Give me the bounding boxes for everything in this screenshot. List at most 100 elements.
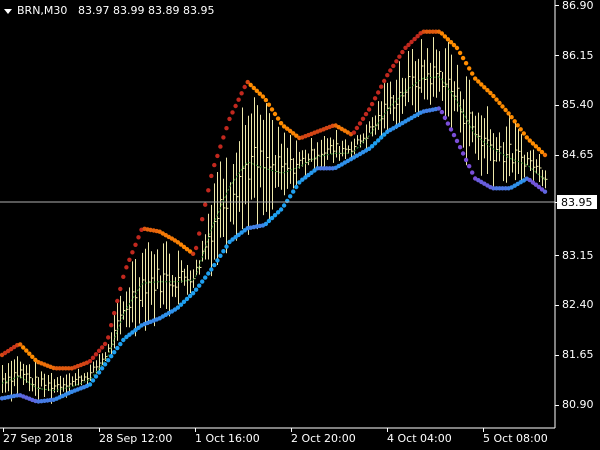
upper-band-dot: [233, 103, 238, 109]
upper-band-dot: [397, 54, 402, 59]
upper-band-dot: [457, 50, 463, 56]
upper-band-dot: [521, 131, 526, 136]
current-price-value: 83.95: [561, 196, 593, 209]
lower-band-dot: [96, 370, 102, 375]
upper-band-dot: [21, 345, 26, 350]
lower-band-dot: [87, 382, 93, 387]
lower-band-dot: [209, 267, 214, 272]
upper-band-dot: [239, 91, 244, 96]
upper-band-dot: [388, 68, 393, 73]
lower-band-dot: [93, 374, 99, 379]
lower-band-dot: [215, 258, 220, 263]
upper-band-dot: [385, 73, 390, 78]
lower-band-dot: [470, 170, 475, 175]
time-label: 1 Oct 16:00: [195, 432, 260, 445]
upper-band-dot: [379, 84, 384, 89]
upper-band-dot: [360, 116, 366, 122]
upper-band-dot: [491, 93, 496, 99]
upper-band-dot: [118, 286, 123, 292]
upper-band-dot: [460, 55, 466, 61]
upper-band-dot: [494, 97, 499, 102]
upper-band-dot: [266, 102, 272, 107]
upper-band-dot: [515, 123, 520, 128]
upper-band-dot: [272, 111, 278, 117]
upper-band-dot: [382, 78, 387, 84]
upper-band-dot: [512, 119, 517, 124]
upper-band-dot: [115, 298, 120, 304]
upper-band-dot: [106, 335, 111, 340]
upper-band-dot: [394, 59, 399, 64]
lower-band-dot: [102, 362, 108, 367]
lower-band-dot: [115, 345, 120, 351]
lower-band-dot: [206, 271, 211, 276]
lower-band-dot: [457, 145, 463, 150]
time-label: 2 Oct 20:00: [291, 432, 356, 445]
lower-band-dot: [542, 189, 548, 194]
upper-band-dot: [193, 245, 199, 251]
upper-band-dot: [87, 359, 93, 364]
upper-band-dot: [363, 111, 369, 117]
lower-band-dot: [90, 378, 96, 383]
upper-band-dot: [391, 63, 396, 69]
upper-band-dot: [227, 116, 232, 122]
time-label: 27 Sep 2018: [3, 432, 73, 445]
upper-band-dot: [121, 274, 126, 279]
upper-band-dot: [215, 153, 220, 159]
lower-band-dot: [212, 262, 217, 268]
lower-band-dot: [203, 275, 208, 280]
price-label: 86.15: [562, 49, 594, 62]
upper-band-dot: [454, 45, 460, 51]
upper-band-dot: [130, 250, 135, 255]
lower-band: [0, 106, 548, 404]
upper-band-dot: [400, 49, 405, 55]
chart-menu-triangle-icon[interactable]: [4, 9, 12, 14]
upper-band-dot: [127, 257, 132, 262]
upper-band-dot: [206, 188, 211, 193]
price-label: 85.40: [562, 98, 594, 111]
upper-band-dot: [376, 90, 381, 95]
upper-band-dot: [102, 341, 108, 347]
lower-band-dot: [112, 350, 117, 355]
lower-band-dot: [224, 244, 229, 249]
upper-band-dot: [503, 107, 508, 113]
chart-window[interactable]: BRN,M30 83.97 83.99 83.89 83.95 86.90 86…: [0, 0, 600, 450]
upper-band-dot: [497, 100, 502, 106]
lower-band-dot: [193, 287, 199, 292]
upper-band-dot: [99, 345, 105, 350]
upper-band-dot: [354, 125, 360, 131]
upper-band-dot: [357, 121, 363, 126]
upper-band-dot: [200, 217, 205, 222]
ohlc-values: 83.97 83.99 83.89 83.95: [78, 4, 214, 17]
upper-band-dot: [269, 107, 275, 112]
lower-band-dot: [190, 291, 196, 296]
price-label: 86.90: [562, 0, 594, 12]
lower-band-dot: [288, 194, 293, 199]
upper-band-dot: [506, 111, 511, 116]
upper-band-dot: [500, 104, 505, 109]
upper-band-dot: [197, 231, 202, 236]
upper-band-dot: [236, 97, 241, 102]
lower-band-dot: [106, 358, 111, 363]
price-chart[interactable]: BRN,M30 83.97 83.99 83.89 83.95 86.90 86…: [0, 0, 600, 450]
upper-band-dot: [224, 126, 229, 131]
upper-band-dot: [93, 352, 99, 357]
time-label: 28 Sep 12:00: [99, 432, 172, 445]
upper-band-dot: [212, 162, 217, 168]
price-label: 84.65: [562, 148, 594, 161]
lower-band-dot: [448, 127, 454, 132]
lower-band-dot: [278, 207, 284, 212]
upper-band-dot: [366, 107, 372, 112]
upper-band-dot: [109, 323, 114, 328]
lower-band-dot: [442, 115, 448, 121]
lower-band-dot: [200, 279, 205, 284]
lower-band-dot: [109, 354, 114, 359]
upper-band-dot: [124, 265, 129, 270]
upper-band-dot: [263, 97, 269, 103]
upper-band-dot: [218, 144, 223, 149]
upper-band-dot: [463, 61, 469, 66]
lower-band-dot: [197, 283, 202, 288]
upper-band-dot: [221, 135, 226, 140]
upper-band-dot: [372, 96, 378, 101]
upper-band-dot: [230, 110, 235, 115]
upper-band: [0, 29, 548, 371]
